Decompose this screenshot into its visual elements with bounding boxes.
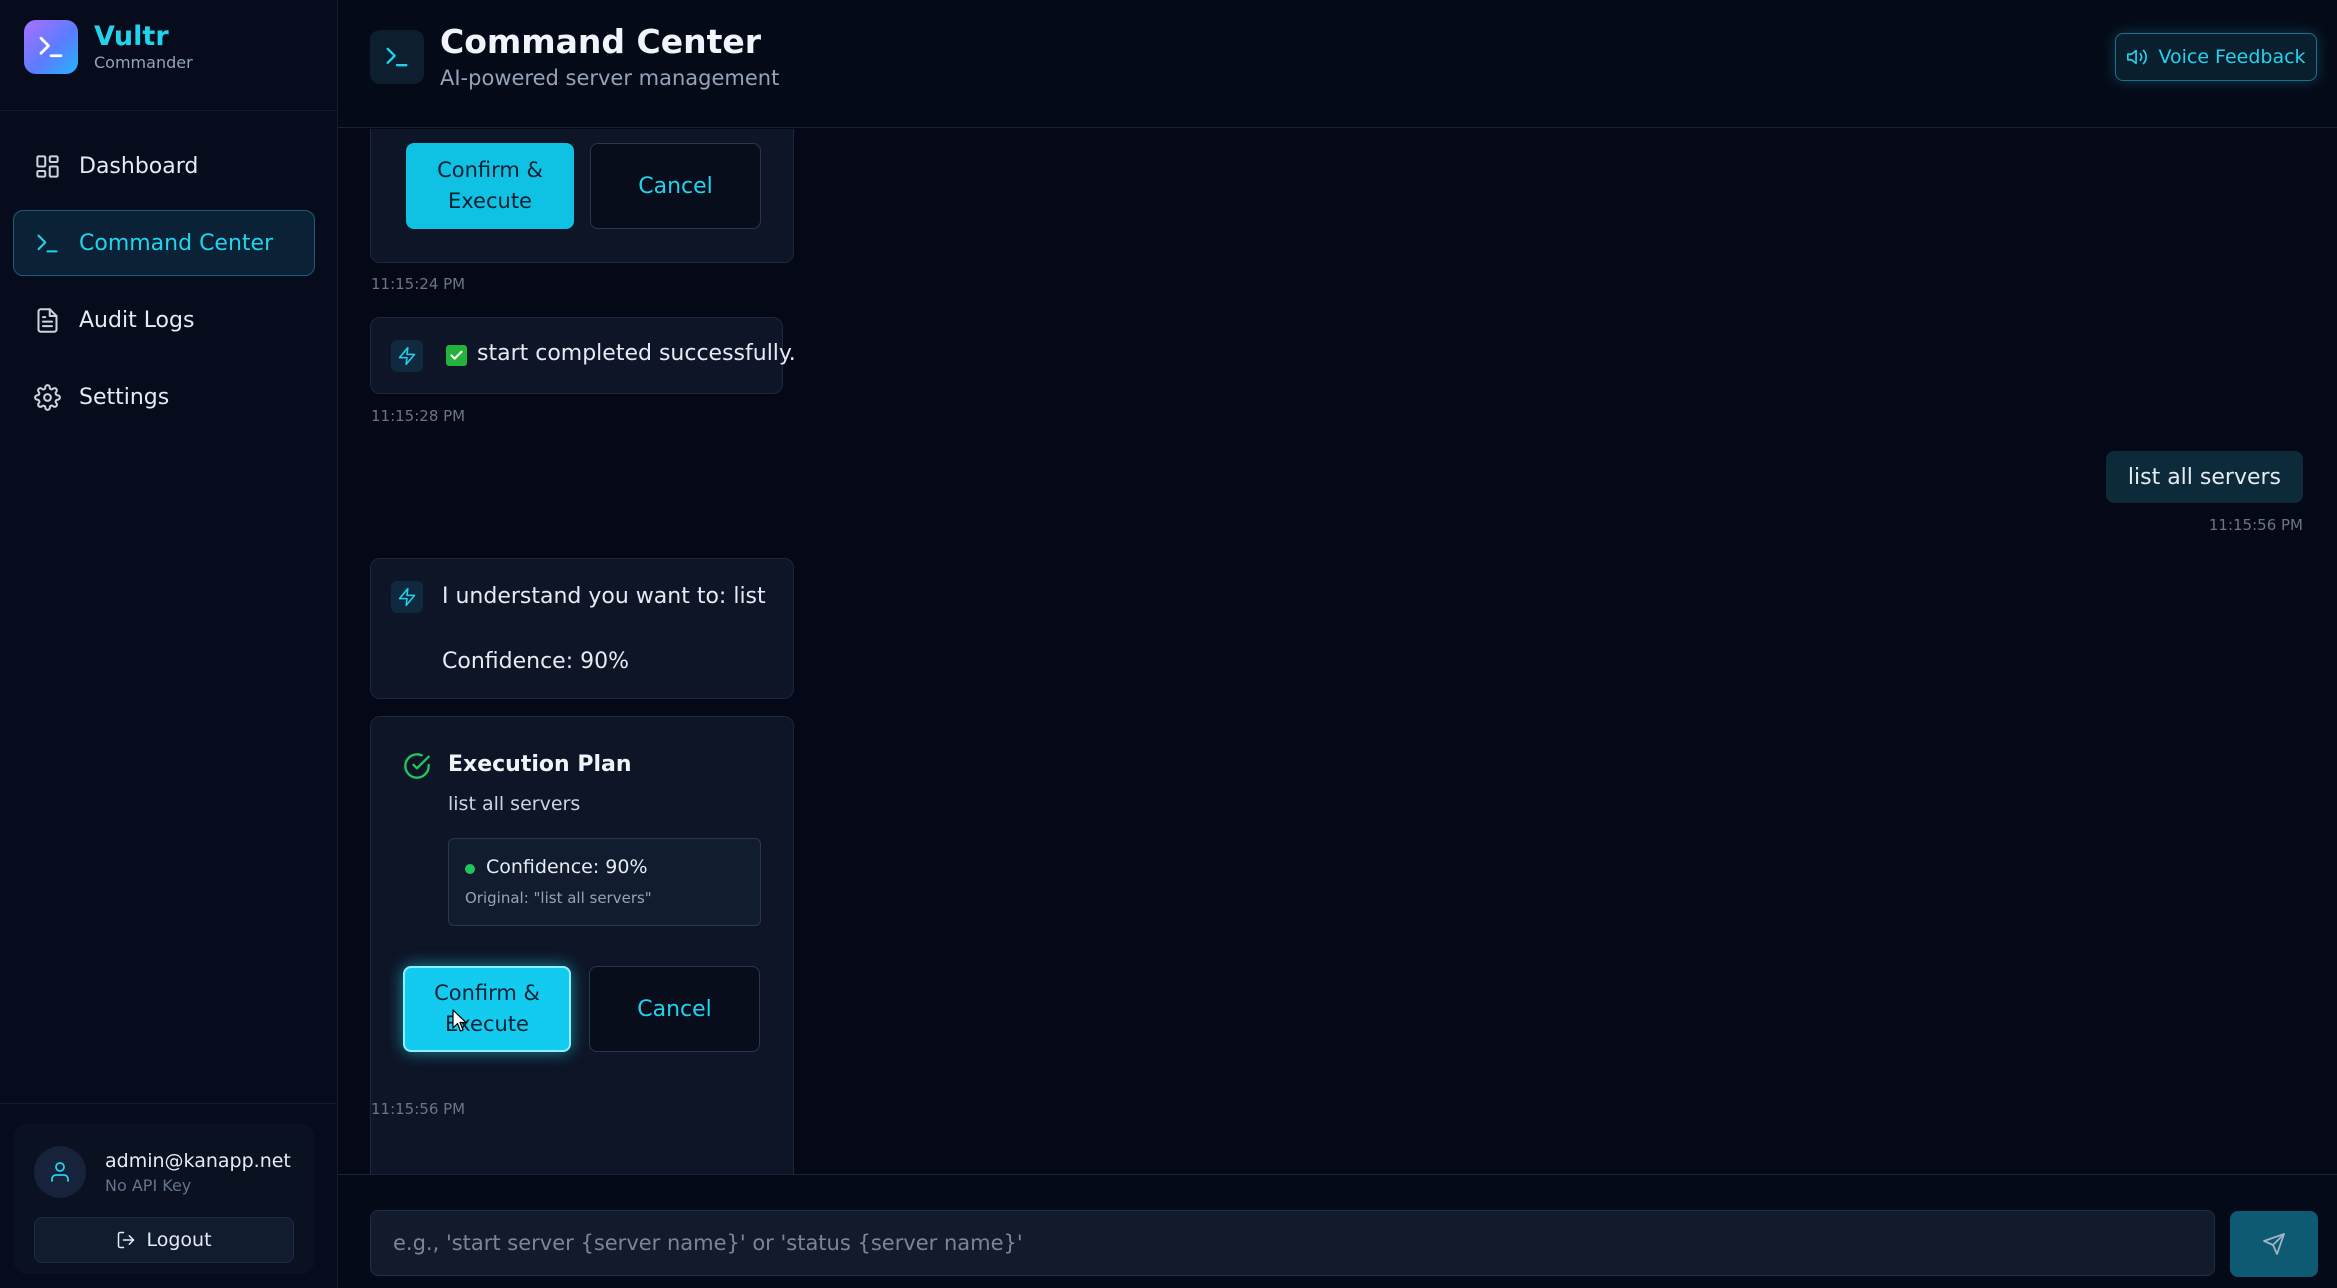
api-key-status: No API Key xyxy=(105,1176,192,1195)
brand-title: Vultr xyxy=(94,21,169,52)
mouse-cursor-icon xyxy=(452,1009,467,1032)
logout-label: Logout xyxy=(146,1229,212,1251)
sidebar-item-dashboard[interactable]: Dashboard xyxy=(13,133,315,199)
confidence-label: Confidence: 90% xyxy=(486,856,648,878)
dashboard-icon xyxy=(36,154,59,178)
message-timestamp: 11:15:56 PM xyxy=(2208,516,2303,534)
check-circle-icon xyxy=(404,753,430,779)
message-timestamp: 11:15:56 PM xyxy=(371,1100,466,1118)
terminal-logo-icon xyxy=(24,20,78,74)
user-email: admin@kanapp.net xyxy=(105,1150,291,1172)
cancel-button[interactable]: Cancel xyxy=(590,143,761,229)
message-timestamp: 11:15:28 PM xyxy=(371,407,466,425)
terminal-icon xyxy=(37,234,58,252)
sidebar-item-label: Settings xyxy=(79,384,170,410)
sidebar-item-label: Dashboard xyxy=(79,153,199,179)
execution-plan-card: Confirm & Execute Cancel xyxy=(370,129,794,263)
page-title: Command Center xyxy=(440,22,762,61)
confidence-panel: Confidence: 90% Original: "list all serv… xyxy=(448,838,761,926)
page-subtitle: AI-powered server management xyxy=(440,66,780,90)
page-header: Command Center AI-powered server managem… xyxy=(338,0,2337,128)
confidence-text: Confidence: 90% xyxy=(442,649,629,674)
user-message: list all servers xyxy=(2105,451,2303,503)
original-command: Original: "list all servers" xyxy=(465,889,652,907)
lightning-icon xyxy=(391,340,423,372)
gear-icon xyxy=(34,383,61,411)
composer xyxy=(338,1174,2337,1288)
message-text: start completed successfully. xyxy=(477,341,796,366)
voice-feedback-label: Voice Feedback xyxy=(2158,46,2306,68)
brand-subtitle: Commander xyxy=(94,53,193,72)
brand[interactable]: Vultr Commander xyxy=(24,20,193,74)
logout-icon xyxy=(118,1231,135,1249)
message-timestamp: 11:15:24 PM xyxy=(371,275,466,293)
user-icon xyxy=(51,1162,69,1182)
assistant-message: I understand you want to: list Confidenc… xyxy=(370,558,794,699)
file-text-icon xyxy=(37,307,58,333)
chat-thread[interactable]: Confirm & Execute Cancel 11:15:24 PM sta… xyxy=(338,129,2337,1174)
sidebar-nav: Dashboard Command Center Audit Logs Sett… xyxy=(13,133,315,441)
send-button[interactable] xyxy=(2230,1211,2318,1277)
user-card: admin@kanapp.net No API Key Logout xyxy=(14,1124,314,1274)
assistant-message: start completed successfully. xyxy=(370,317,796,394)
sidebar-item-command-center[interactable]: Command Center xyxy=(13,210,315,276)
sidebar-divider xyxy=(0,110,338,111)
sidebar-item-settings[interactable]: Settings xyxy=(13,364,315,430)
terminal-icon xyxy=(370,30,424,84)
command-input[interactable] xyxy=(370,1210,2215,1276)
check-mark-icon xyxy=(446,345,467,366)
sidebar-item-audit-logs[interactable]: Audit Logs xyxy=(13,287,315,353)
sidebar-divider xyxy=(0,1103,338,1104)
avatar xyxy=(34,1146,86,1198)
lightning-icon xyxy=(391,581,423,613)
sidebar-item-label: Audit Logs xyxy=(79,307,195,333)
intent-text: I understand you want to: list xyxy=(442,584,766,609)
confirm-execute-button[interactable]: Confirm & Execute xyxy=(406,143,574,229)
confirm-execute-button[interactable]: Confirm & Execute xyxy=(403,966,571,1052)
send-icon xyxy=(2263,1233,2285,1255)
sidebar-item-label: Command Center xyxy=(79,230,274,256)
speaker-icon xyxy=(2127,49,2148,65)
logout-button[interactable]: Logout xyxy=(34,1217,294,1263)
plan-title: Execution Plan xyxy=(448,752,632,777)
plan-description: list all servers xyxy=(448,793,581,815)
cancel-button[interactable]: Cancel xyxy=(589,966,760,1052)
sidebar: Vultr Commander Dashboard Command Center… xyxy=(0,0,338,1288)
status-dot xyxy=(465,864,475,874)
voice-feedback-button[interactable]: Voice Feedback xyxy=(2115,33,2317,81)
